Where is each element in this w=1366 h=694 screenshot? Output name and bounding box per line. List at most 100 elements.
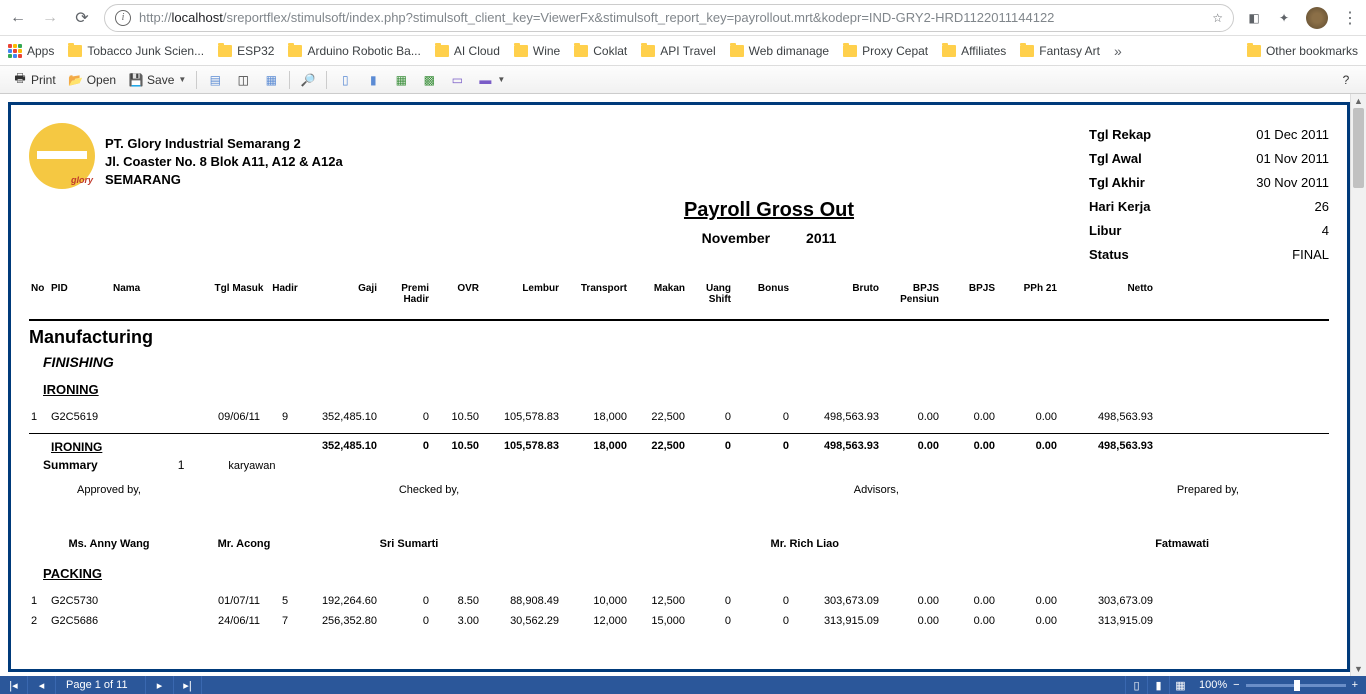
table-row: 1G2C573001/07/115192,264.6008.5088,908.4… — [29, 591, 1329, 611]
view-mode-1-button[interactable]: ▯ — [1125, 676, 1147, 694]
view-mode-3-button[interactable]: ▦ — [1169, 676, 1191, 694]
bookmark-webdimanage[interactable]: Web dimanage — [730, 44, 830, 58]
bookmark-fantasyart[interactable]: Fantasy Art — [1020, 44, 1100, 58]
folder-icon — [843, 45, 857, 57]
help-button[interactable]: ? — [1334, 70, 1358, 90]
scrollbar-thumb[interactable] — [1353, 108, 1364, 188]
last-page-button[interactable]: ▸| — [174, 676, 202, 694]
bookmark-affiliates[interactable]: Affiliates — [942, 44, 1006, 58]
continuous-icon: ▮ — [365, 72, 381, 88]
report-toolbar: 🖶Print 📂Open 💾Save▼ ▤ ◫ ▦ 🔎 ▯ ▮ ▦ ▩ ▭ ▬▼… — [0, 66, 1366, 94]
bookmark-coklat[interactable]: Coklat — [574, 44, 627, 58]
report-meta: Tgl Rekap01 Dec 2011 Tgl Awal01 Nov 2011… — [1089, 123, 1329, 267]
help-icon: ? — [1338, 72, 1354, 88]
zoom-icon: ▬ — [477, 72, 493, 88]
page-width-icon: ▭ — [449, 72, 465, 88]
table-header: NoPIDNamaTgl MasukHadirGajiPremi HadirOV… — [29, 283, 1329, 309]
profile-avatar[interactable] — [1306, 7, 1328, 29]
report-viewport: glory PT. Glory Industrial Semarang 2 Jl… — [0, 94, 1366, 676]
grid-icon: ▩ — [421, 72, 437, 88]
group-header: PACKING — [43, 566, 1329, 581]
folder-icon — [514, 45, 528, 57]
bookmark-esp32[interactable]: ESP32 — [218, 44, 274, 58]
table-row: 2G2C568624/06/117256,352.8003.0030,562.2… — [29, 611, 1329, 631]
bookmarks-button[interactable]: ◫ — [231, 70, 255, 90]
thumbnails-icon: ▦ — [263, 72, 279, 88]
bookmark-icon: ◫ — [235, 72, 251, 88]
group-header: IRONING — [43, 382, 1329, 397]
bookmark-arduino[interactable]: Arduino Robotic Ba... — [288, 44, 420, 58]
scroll-up-icon[interactable]: ▲ — [1351, 94, 1366, 108]
multi-page-icon: ▦ — [393, 72, 409, 88]
bookmark-overflow-icon[interactable]: » — [1114, 43, 1122, 59]
grid-button[interactable]: ▩ — [417, 70, 441, 90]
continuous-button[interactable]: ▮ — [361, 70, 385, 90]
single-page-icon: ▯ — [337, 72, 353, 88]
chevron-down-icon: ▼ — [178, 75, 186, 84]
site-info-icon[interactable]: i — [115, 10, 131, 26]
zoom-slider[interactable] — [1246, 684, 1346, 687]
print-button[interactable]: 🖶Print — [8, 70, 60, 90]
folder-icon — [218, 45, 232, 57]
save-button[interactable]: 💾Save▼ — [124, 70, 190, 90]
find-button[interactable]: 🔎 — [296, 70, 320, 90]
apps-shortcut[interactable]: Apps — [8, 44, 54, 58]
other-bookmarks[interactable]: Other bookmarks — [1247, 44, 1358, 58]
open-icon: 📂 — [68, 72, 84, 88]
bookmark-apitravel[interactable]: API Travel — [641, 44, 715, 58]
url-text: http://localhost/sreportflex/stimulsoft/… — [139, 10, 1204, 25]
company-address: Jl. Coaster No. 8 Blok A11, A12 & A12a — [105, 153, 343, 171]
view-mode-2-button[interactable]: ▮ — [1147, 676, 1169, 694]
bookmark-proxycepat[interactable]: Proxy Cepat — [843, 44, 928, 58]
address-bar[interactable]: i http://localhost/sreportflex/stimulsof… — [104, 4, 1234, 32]
multi-page-button[interactable]: ▦ — [389, 70, 413, 90]
back-button[interactable]: ← — [8, 8, 28, 28]
company-city: SEMARANG — [105, 171, 343, 189]
apps-icon — [8, 44, 22, 58]
company-name: PT. Glory Industrial Semarang 2 — [105, 135, 343, 153]
company-logo: glory — [29, 123, 95, 189]
page-width-button[interactable]: ▭ — [445, 70, 469, 90]
bookmark-tobacco[interactable]: Tobacco Junk Scien... — [68, 44, 204, 58]
extension-icon-1[interactable]: ◧ — [1246, 10, 1262, 26]
zoom-in-button[interactable]: + — [1352, 679, 1358, 691]
chrome-menu-icon[interactable]: ⋮ — [1342, 8, 1358, 28]
report-period: November2011 — [449, 230, 1089, 246]
extensions-puzzle-icon[interactable]: ✦ — [1276, 10, 1292, 26]
vertical-scrollbar[interactable]: ▲ ▼ — [1350, 94, 1366, 676]
bookmark-aicloud[interactable]: AI Cloud — [435, 44, 500, 58]
reload-button[interactable]: ⟳ — [72, 8, 92, 28]
find-icon: 🔎 — [300, 72, 316, 88]
thumbnails-button[interactable]: ▦ — [259, 70, 283, 90]
zoom-control: 100% − + — [1191, 679, 1366, 691]
signature-names: Ms. Anny Wang Mr. Acong Sri Sumarti Mr. … — [29, 538, 1329, 550]
star-icon[interactable]: ☆ — [1212, 11, 1223, 25]
signature-labels: Approved by, Checked by, Advisors, Prepa… — [29, 484, 1329, 496]
single-page-button[interactable]: ▯ — [333, 70, 357, 90]
save-icon: 💾 — [128, 72, 144, 88]
chevron-down-icon: ▼ — [497, 75, 505, 84]
zoom-dropdown[interactable]: ▬▼ — [473, 70, 509, 90]
next-page-button[interactable]: ▸ — [146, 676, 174, 694]
page-indicator[interactable]: Page 1 of 11 — [56, 676, 146, 694]
folder-icon — [1020, 45, 1034, 57]
first-page-button[interactable]: |◂ — [0, 676, 28, 694]
company-header: glory PT. Glory Industrial Semarang 2 Jl… — [29, 123, 449, 267]
bookmark-bar: Apps Tobacco Junk Scien... ESP32 Arduino… — [0, 36, 1366, 66]
section-header: Manufacturing — [29, 319, 1329, 348]
scroll-down-icon[interactable]: ▼ — [1351, 662, 1366, 676]
forward-button[interactable]: → — [40, 8, 60, 28]
zoom-out-button[interactable]: − — [1233, 679, 1239, 691]
subsection-header: FINISHING — [43, 354, 1329, 370]
browser-nav-bar: ← → ⟳ i http://localhost/sreportflex/sti… — [0, 0, 1366, 36]
folder-icon — [942, 45, 956, 57]
report-title: Payroll Gross Out — [449, 199, 1089, 222]
prev-page-button[interactable]: ◂ — [28, 676, 56, 694]
report-page: glory PT. Glory Industrial Semarang 2 Jl… — [8, 102, 1350, 672]
parameters-button[interactable]: ▤ — [203, 70, 227, 90]
folder-icon — [435, 45, 449, 57]
bookmark-wine[interactable]: Wine — [514, 44, 560, 58]
folder-icon — [1247, 45, 1261, 57]
print-icon: 🖶 — [12, 72, 28, 88]
open-button[interactable]: 📂Open — [64, 70, 120, 90]
